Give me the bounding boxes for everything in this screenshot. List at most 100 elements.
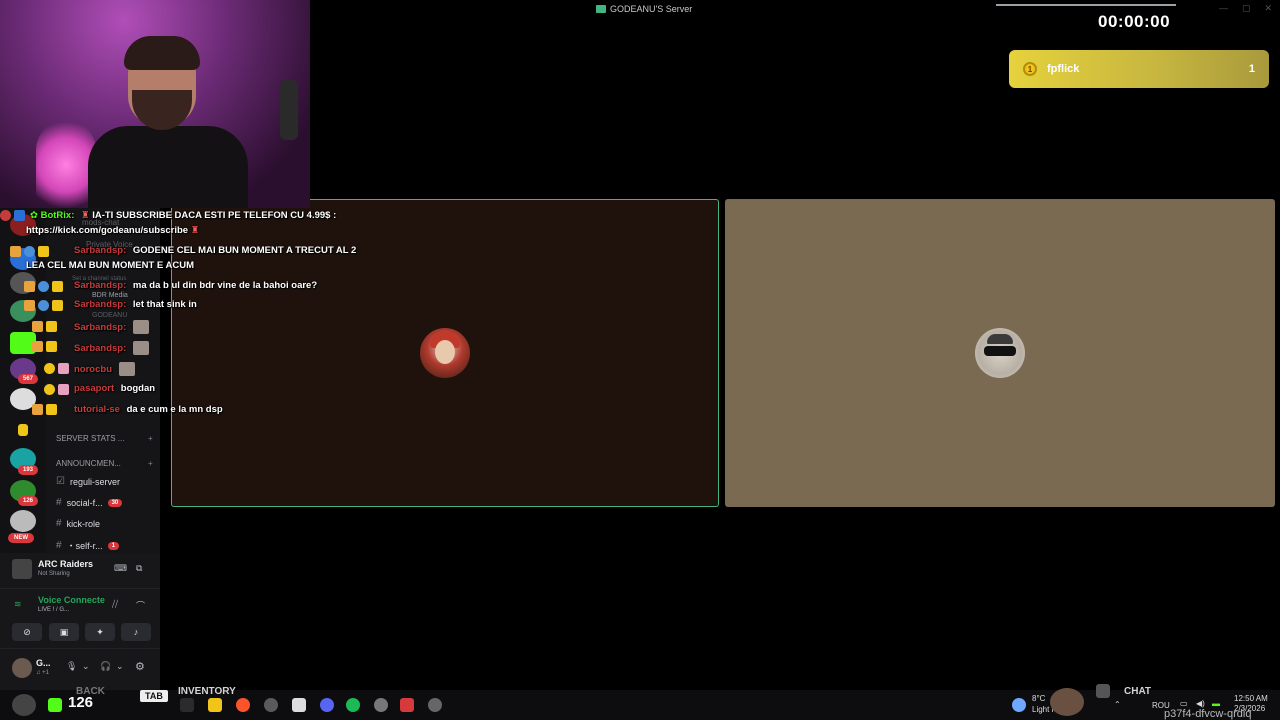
disconnect-icon[interactable]: ⌒ <box>136 599 145 612</box>
signal-icon[interactable]: ≋ <box>14 599 22 610</box>
chat-message: LEA CEL MAI BUN MOMENT E ACUM <box>26 260 194 271</box>
hash-icon: # <box>56 540 62 551</box>
game-controller-icon[interactable]: ⌨ <box>114 563 127 574</box>
video-tile[interactable] <box>725 199 1275 507</box>
chat-badges <box>32 341 57 352</box>
chat-badges <box>32 321 57 332</box>
channel-label: kick-role <box>66 518 101 529</box>
close-button[interactable]: ✕ <box>1264 3 1272 14</box>
battery-icon[interactable]: ▬ <box>1212 699 1220 708</box>
add-channel-icon[interactable]: + <box>148 434 153 443</box>
chat-message: https://kick.com/godeanu/subscribe ♜ <box>26 225 199 236</box>
steam-icon[interactable] <box>264 698 278 712</box>
chevron-up-icon[interactable]: ⌃ <box>1114 700 1121 709</box>
maximize-button[interactable]: ▢ <box>1242 3 1251 14</box>
headphones-icon[interactable]: 🎧 <box>100 661 111 672</box>
rank-coin-icon: 1 <box>1023 62 1037 76</box>
gift-icon <box>46 321 57 332</box>
share-screen-icon[interactable]: ⧉ <box>136 563 142 574</box>
gift-icon <box>58 384 69 395</box>
activity-sub: Not Sharing <box>38 571 70 577</box>
microphone <box>280 80 298 140</box>
leaderboard-entry: 1 fpflick 1 <box>1009 50 1269 88</box>
chat-text: https://kick.com/godeanu/subscribe <box>26 225 189 236</box>
mention-badge: 567 <box>18 374 38 384</box>
mention-badge: 193 <box>18 465 38 475</box>
leaderboard-name: fpflick <box>1047 63 1080 75</box>
add-channel-icon[interactable]: + <box>148 459 153 468</box>
channel-reguli-server[interactable]: ☑ reguli-server <box>56 476 120 487</box>
discord-icon[interactable] <box>320 698 334 712</box>
chat-badges <box>24 281 63 292</box>
chat-message: Sarbandsp: ma da b ul din bdr vine de la… <box>74 280 317 291</box>
chevron-down-icon[interactable]: ⌄ <box>82 661 90 672</box>
browser-icon[interactable] <box>236 698 250 712</box>
chat-message: Sarbandsp: GODENE CEL MAI BUN MOMENT A T… <box>74 245 356 256</box>
chat-username: Sarbandsp: <box>74 342 127 354</box>
chat-message: Sarbandsp: <box>74 320 149 334</box>
gift-icon <box>38 246 49 257</box>
category-server-stats[interactable]: SERVER STATS ... + <box>56 434 153 443</box>
inventory-label: INVENTORY <box>178 686 236 697</box>
chevron-down-icon[interactable]: ⌄ <box>116 661 124 672</box>
badge-icon <box>32 341 43 352</box>
avatar[interactable] <box>12 658 32 678</box>
weather-icon[interactable] <box>1012 698 1026 712</box>
gear-icon[interactable]: ⚙ <box>135 660 145 673</box>
badge-icon <box>24 281 35 292</box>
gift-icon <box>58 363 69 374</box>
unread-badge: 30 <box>107 498 123 507</box>
streamer-beard <box>132 90 192 130</box>
tab-key: TAB <box>140 690 168 702</box>
user-avatar <box>420 328 470 378</box>
streamer-body <box>88 126 248 208</box>
channel-self-role[interactable]: # ・self-r... 1 <box>56 539 119 552</box>
chat-message: Sarbandsp: <box>74 341 149 355</box>
gift-icon <box>46 404 57 415</box>
screen-share-icon[interactable]: ▣ <box>49 623 79 641</box>
clock-time[interactable]: 12:50 AM <box>1234 694 1268 703</box>
file-icon[interactable] <box>180 698 194 712</box>
folder-icon[interactable] <box>18 424 28 436</box>
channel-kick-role[interactable]: # kick-role <box>56 518 100 529</box>
window-controls: — ▢ ✕ <box>1219 3 1272 14</box>
category-announcements[interactable]: ANNOUNCMEN... + <box>56 459 153 468</box>
calculator-icon[interactable] <box>292 698 306 712</box>
badge-icon <box>24 246 35 257</box>
user-avatar <box>975 328 1025 378</box>
spotify-icon[interactable] <box>346 698 360 712</box>
voice-panel: ≋ Voice Connecte LIVE ! / G... ⧸⧸ ⌒ ⊘ ▣ … <box>0 588 160 648</box>
chat-username: Sarbandsp: <box>74 245 127 256</box>
leaderboard-value: 1 <box>1248 63 1255 75</box>
settings-icon[interactable] <box>428 698 442 712</box>
chat-badges <box>24 300 63 311</box>
hud-icon <box>1096 684 1110 698</box>
chat-text: da e cum e la mn dsp <box>126 404 223 415</box>
mic-icon[interactable]: 🎙 <box>66 661 77 672</box>
server-icon[interactable] <box>10 510 36 532</box>
minimize-button[interactable]: — <box>1219 3 1228 14</box>
obs-icon[interactable] <box>374 698 388 712</box>
camera-off-icon[interactable]: ⊘ <box>12 623 42 641</box>
chat-username: Sarbandsp: <box>74 321 127 333</box>
noise-suppression-icon[interactable]: ⧸⧸ <box>112 599 118 610</box>
voice-status: Voice Connecte <box>38 595 105 605</box>
activity-game: ARC Raiders <box>38 559 94 569</box>
badge-icon <box>14 210 25 221</box>
chat-username: Sarbandsp: <box>74 280 127 291</box>
emote-icon <box>132 341 149 355</box>
chat-message: Sarbandsp: let that sink in <box>74 299 197 310</box>
badge-icon <box>38 300 49 311</box>
volume-icon[interactable]: ◀) <box>1196 699 1205 708</box>
activities-icon[interactable]: ✦ <box>85 623 115 641</box>
app-icon[interactable] <box>400 698 414 712</box>
taskbar: 126 BACK TAB INVENTORY 8°C Light rain CH… <box>0 684 1280 720</box>
gift-icon <box>52 300 63 311</box>
faded-godeanu: GODEANU <box>92 312 128 319</box>
soundboard-icon[interactable]: ♪ <box>121 623 151 641</box>
channel-label: social-f... <box>66 497 103 508</box>
folder-icon[interactable] <box>208 698 222 712</box>
network-icon[interactable]: ▭ <box>1180 699 1188 708</box>
chat-badges <box>0 210 25 221</box>
channel-social[interactable]: # social-f... 30 <box>56 497 123 508</box>
